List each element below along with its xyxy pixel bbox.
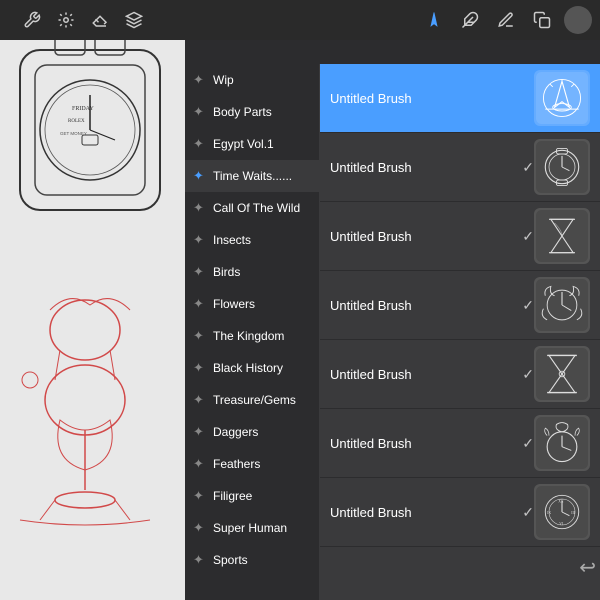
brush-thumbnail	[534, 70, 590, 126]
brush-item[interactable]: Untitled Brush	[320, 64, 600, 133]
category-item-super-human[interactable]: ✦ Super Human	[185, 512, 319, 544]
category-item-insects[interactable]: ✦ Insects	[185, 224, 319, 256]
smudge-icon[interactable]	[492, 6, 520, 34]
toolbar-right	[420, 6, 592, 34]
brush-check-icon: ✓	[522, 435, 534, 452]
brush-item-name: Untitled Brush	[330, 367, 518, 382]
brush-item[interactable]: Untitled Brush ✓	[320, 202, 600, 271]
brush-item-name: Untitled Brush	[330, 298, 518, 313]
category-list: ✦ Wip ✦ Body Parts ✦ Egypt Vol.1 ✦ Time …	[185, 64, 320, 600]
category-label: Call Of The Wild	[213, 201, 300, 215]
category-label: Flowers	[213, 297, 255, 311]
category-icon: ✦	[193, 520, 207, 536]
brush-item[interactable]: Untitled Brush ✓	[320, 271, 600, 340]
category-label: Daggers	[213, 425, 258, 439]
category-label: Egypt Vol.1	[213, 137, 274, 151]
svg-text:IX: IX	[547, 511, 551, 515]
brush-item[interactable]: Untitled Brush ✓	[320, 409, 600, 478]
brush-item-name: Untitled Brush	[330, 160, 518, 175]
category-icon: ✦	[193, 296, 207, 312]
brush-item[interactable]: Untitled Brush ✓	[320, 340, 600, 409]
category-icon: ✦	[193, 456, 207, 472]
category-label: Filigree	[213, 489, 252, 503]
category-label: Insects	[213, 233, 251, 247]
svg-text:ROLEX: ROLEX	[68, 119, 85, 124]
modify-icon[interactable]	[52, 6, 80, 34]
brush-item[interactable]: Untitled Brush ✓	[320, 133, 600, 202]
brush-item-name: Untitled Brush	[330, 505, 518, 520]
category-icon: ✦	[193, 424, 207, 440]
category-icon: ✦	[193, 360, 207, 376]
brush-list: Untitled Brush Untitled Brush ✓	[320, 64, 600, 600]
category-item-filigree[interactable]: ✦ Filigree	[185, 480, 319, 512]
brush-thumbnail	[534, 346, 590, 402]
category-item-black-history[interactable]: ✦ Black History	[185, 352, 319, 384]
brush-thumbnail: XII III VI IX	[534, 484, 590, 540]
category-item-sports[interactable]: ✦ Sports	[185, 544, 319, 576]
category-item-body-parts[interactable]: ✦ Body Parts	[185, 96, 319, 128]
category-label: Super Human	[213, 521, 287, 535]
category-icon: ✦	[193, 392, 207, 408]
brush-panel-body: ✦ Wip ✦ Body Parts ✦ Egypt Vol.1 ✦ Time …	[185, 64, 600, 600]
category-label: Feathers	[213, 457, 260, 471]
category-item-the-kingdom[interactable]: ✦ The Kingdom	[185, 320, 319, 352]
category-item-flowers[interactable]: ✦ Flowers	[185, 288, 319, 320]
category-icon: ✦	[193, 136, 207, 152]
category-label: Birds	[213, 265, 240, 279]
category-icon: ✦	[193, 488, 207, 504]
brush-item-name: Untitled Brush	[330, 436, 518, 451]
category-icon: ✦	[193, 168, 207, 184]
toolbar	[0, 0, 600, 40]
brush-pen-icon[interactable]	[456, 6, 484, 34]
category-label: Body Parts	[213, 105, 272, 119]
category-label: Wip	[213, 73, 234, 87]
brush-thumbnail	[534, 139, 590, 195]
category-item-treasure-gems[interactable]: ✦ Treasure/Gems	[185, 384, 319, 416]
svg-text:FRIDAY: FRIDAY	[72, 106, 94, 112]
brush-item[interactable]: Untitled Brush ✓ XII III VI IX	[320, 478, 600, 547]
category-icon: ✦	[193, 552, 207, 568]
brush-thumbnail	[534, 208, 590, 264]
category-item-time-waits[interactable]: ✦ Time Waits......	[185, 160, 319, 192]
brush-thumbnail	[534, 415, 590, 471]
canvas-sketch: FRIDAY ROLEX GET MONEY	[0, 40, 185, 600]
brush-check-icon: ✓	[522, 504, 534, 521]
erase-icon[interactable]	[86, 6, 114, 34]
brush-check-icon: ✓	[522, 366, 534, 383]
category-item-birds[interactable]: ✦ Birds	[185, 256, 319, 288]
undo-button[interactable]: ↩	[579, 555, 596, 580]
avatar[interactable]	[564, 6, 592, 34]
brush-thumbnail	[534, 277, 590, 333]
brush-item-name: Untitled Brush	[330, 91, 534, 106]
brush-item-name: Untitled Brush	[330, 229, 518, 244]
brush-panel: ✦ Wip ✦ Body Parts ✦ Egypt Vol.1 ✦ Time …	[185, 40, 600, 600]
brush-panel-header	[185, 40, 600, 64]
category-label: Time Waits......	[213, 169, 292, 183]
brush-check-icon: ✓	[522, 228, 534, 245]
svg-text:XII: XII	[558, 500, 564, 504]
category-icon: ✦	[193, 328, 207, 344]
category-label: The Kingdom	[213, 329, 284, 343]
category-item-egypt-vol1[interactable]: ✦ Egypt Vol.1	[185, 128, 319, 160]
copy-icon[interactable]	[528, 6, 556, 34]
category-icon: ✦	[193, 264, 207, 280]
category-icon: ✦	[193, 232, 207, 248]
category-label: Treasure/Gems	[213, 393, 296, 407]
pen-icon[interactable]	[420, 6, 448, 34]
brush-check-icon: ✓	[522, 159, 534, 176]
category-icon: ✦	[193, 104, 207, 120]
category-label: Sports	[213, 553, 248, 567]
category-item-call-of-wild[interactable]: ✦ Call Of The Wild	[185, 192, 319, 224]
category-item-wip[interactable]: ✦ Wip	[185, 64, 319, 96]
category-icon: ✦	[193, 72, 207, 88]
category-label: Black History	[213, 361, 283, 375]
brush-check-icon: ✓	[522, 297, 534, 314]
category-item-feathers[interactable]: ✦ Feathers	[185, 448, 319, 480]
wrench-icon[interactable]	[18, 6, 46, 34]
category-icon: ✦	[193, 200, 207, 216]
category-item-daggers[interactable]: ✦ Daggers	[185, 416, 319, 448]
layers-icon[interactable]	[120, 6, 148, 34]
